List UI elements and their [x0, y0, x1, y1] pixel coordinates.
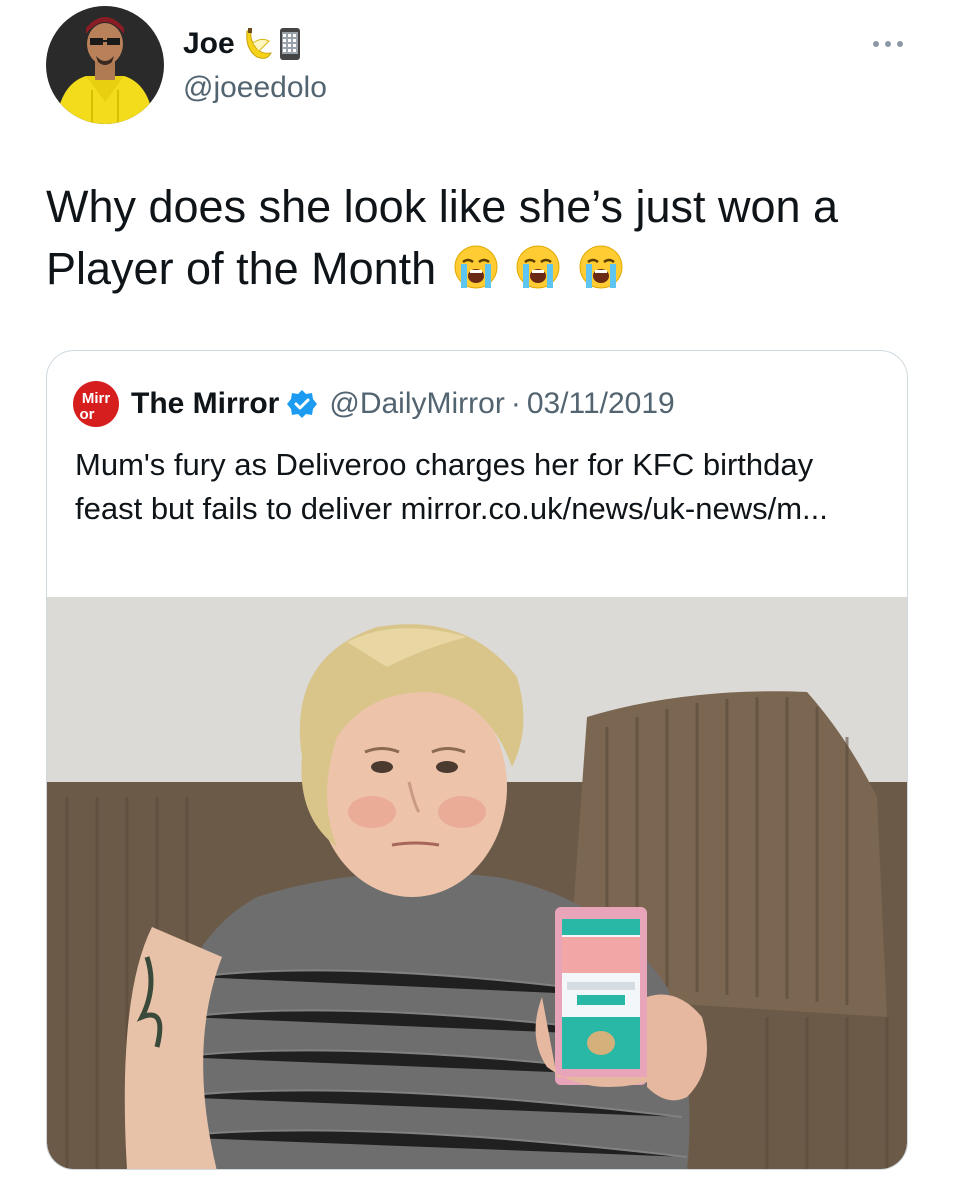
banana-icon [245, 28, 272, 59]
loudly-crying-face-icon [454, 245, 498, 289]
author-name-row[interactable]: Joe [183, 24, 301, 64]
quoted-author-name[interactable]: The Mirror [131, 384, 279, 424]
tweet-text-body: Why does she look like she’s just won a … [46, 181, 839, 294]
author-handle[interactable]: @joeedolo [183, 70, 327, 106]
quoted-tweet-text: Mum's fury as Deliveroo charges her for … [75, 447, 828, 526]
svg-text:Mirr: Mirr [82, 390, 111, 407]
loudly-crying-face-icon [516, 245, 560, 289]
mirror-logo[interactable]: Mirr or [73, 381, 119, 427]
avatar[interactable] [46, 6, 164, 124]
verified-badge-icon [287, 390, 318, 418]
quoted-tweet-card[interactable]: Mirr or The Mirror @DailyMirror · 03/11/… [46, 350, 908, 1170]
avatar-photo [46, 6, 164, 124]
quoted-author-handle[interactable]: @DailyMirror [329, 384, 504, 424]
meta-separator: · [510, 387, 521, 420]
author-display-name[interactable]: Joe [183, 24, 235, 64]
mobile-phone-icon [279, 28, 300, 60]
loudly-crying-face-icon [579, 245, 623, 289]
more-options-icon[interactable] [868, 34, 908, 54]
quoted-tweet-photo[interactable] [47, 597, 908, 1170]
svg-text:or: or [80, 406, 95, 423]
quoted-tweet-date[interactable]: 03/11/2019 [527, 384, 675, 424]
quoted-tweet-header: Mirr or The Mirror @DailyMirror · 03/11/… [73, 381, 675, 427]
tweet-text: Why does she look like she’s just won a … [46, 176, 926, 300]
